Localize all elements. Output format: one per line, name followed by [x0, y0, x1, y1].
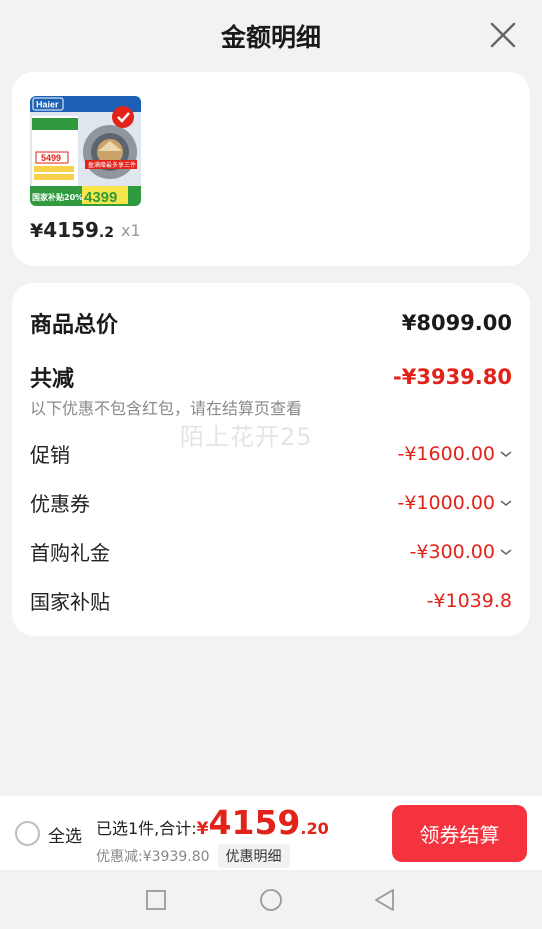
select-all-label[interactable]: 全选 — [48, 822, 82, 847]
national-subsidy-value: -¥1039.8 — [426, 589, 512, 612]
svg-text:4399: 4399 — [84, 189, 117, 206]
selected-summary: 已选1件,合计: ¥ 4159 .20 — [96, 806, 329, 839]
chevron-down-icon[interactable] — [500, 548, 512, 556]
coupon-label: 优惠券 — [30, 492, 90, 516]
coupon-value-wrap: -¥1000.00 — [397, 492, 512, 514]
discount-detail-button[interactable]: 优惠明细 — [217, 844, 290, 868]
product-card: Haier 5499 盈满赠最多享三件 4399 国家补贴20% ¥ 4159 … — [12, 72, 530, 266]
washing-machine-image: Haier 5499 盈满赠最多享三件 4399 国家补贴20% — [30, 96, 141, 206]
total-reduce-row: 共减 -¥3939.80 — [30, 361, 512, 393]
product-image[interactable]: Haier 5499 盈满赠最多享三件 4399 国家补贴20% — [30, 96, 141, 206]
total-decimal: .20 — [300, 819, 329, 838]
first-purchase-gift-row[interactable]: 首购礼金 -¥300.00 — [30, 537, 512, 566]
promotion-value-wrap: -¥1600.00 — [397, 443, 512, 465]
discount-text: 优惠减:¥3939.80 — [96, 849, 210, 865]
checkout-button[interactable]: 领券结算 — [392, 805, 527, 862]
checkout-bar: 全选 已选1件,合计: ¥ 4159 .20 优惠减:¥3939.80 优惠明细… — [0, 796, 542, 870]
national-subsidy-label: 国家补贴 — [30, 590, 110, 614]
first-purchase-gift-value: -¥300.00 — [409, 540, 495, 563]
select-all-checkbox[interactable] — [15, 821, 40, 846]
coupon-row[interactable]: 优惠券 -¥1000.00 — [30, 488, 512, 517]
total-yen: ¥ — [196, 819, 209, 839]
amount-detail-card: 商品总价 ¥8099.00 共减 -¥3939.80 以下优惠不包含红包，请在结… — [12, 283, 530, 636]
national-subsidy-row: 国家补贴 -¥1039.8 — [30, 586, 512, 615]
promotion-label: 促销 — [30, 443, 70, 467]
svg-text:5499: 5499 — [41, 153, 61, 163]
svg-text:盈满赠最多享三件: 盈满赠最多享三件 — [88, 161, 136, 169]
close-icon[interactable] — [488, 20, 518, 50]
total-price-row: 商品总价 ¥8099.00 — [30, 307, 512, 339]
discount-note: 以下优惠不包含红包，请在结算页查看 — [30, 399, 303, 418]
back-icon[interactable] — [372, 887, 398, 913]
svg-text:Haier: Haier — [36, 100, 59, 110]
total-price-value: ¥8099.00 — [401, 311, 512, 335]
chevron-down-icon[interactable] — [500, 499, 512, 507]
product-price-integer: 4159 — [43, 218, 99, 242]
header: 金额明细 — [0, 0, 542, 72]
first-purchase-gift-label: 首购礼金 — [30, 541, 110, 565]
product-quantity: x1 — [121, 221, 141, 240]
total-reduce-value: -¥3939.80 — [393, 365, 512, 389]
total-integer: 4159 — [208, 803, 301, 842]
product-price-decimal: .2 — [98, 225, 114, 241]
recent-apps-icon[interactable] — [143, 887, 169, 913]
coupon-value: -¥1000.00 — [397, 491, 495, 514]
amount-detail-screen: 金额明细 Haier 5499 盈满赠最多享三件 4399 国家补贴20% ¥ … — [0, 0, 542, 929]
chevron-down-icon[interactable] — [500, 450, 512, 458]
svg-text:国家补贴20%: 国家补贴20% — [32, 192, 83, 202]
total-reduce-label: 共减 — [30, 367, 75, 392]
total-price-label: 商品总价 — [30, 313, 119, 338]
system-nav-bar — [0, 870, 542, 929]
discount-summary: 优惠减:¥3939.80 优惠明细 — [96, 844, 290, 868]
product-price: ¥ 4159 .2 — [30, 218, 114, 242]
product-price-yen: ¥ — [30, 220, 44, 242]
home-icon[interactable] — [258, 887, 284, 913]
first-purchase-gift-value-wrap: -¥300.00 — [410, 541, 512, 563]
promotion-value: -¥1600.00 — [397, 442, 495, 465]
promotion-row[interactable]: 促销 -¥1600.00 — [30, 439, 512, 468]
selected-count-text: 已选1件,合计: — [96, 819, 197, 838]
page-title: 金额明细 — [220, 23, 321, 52]
